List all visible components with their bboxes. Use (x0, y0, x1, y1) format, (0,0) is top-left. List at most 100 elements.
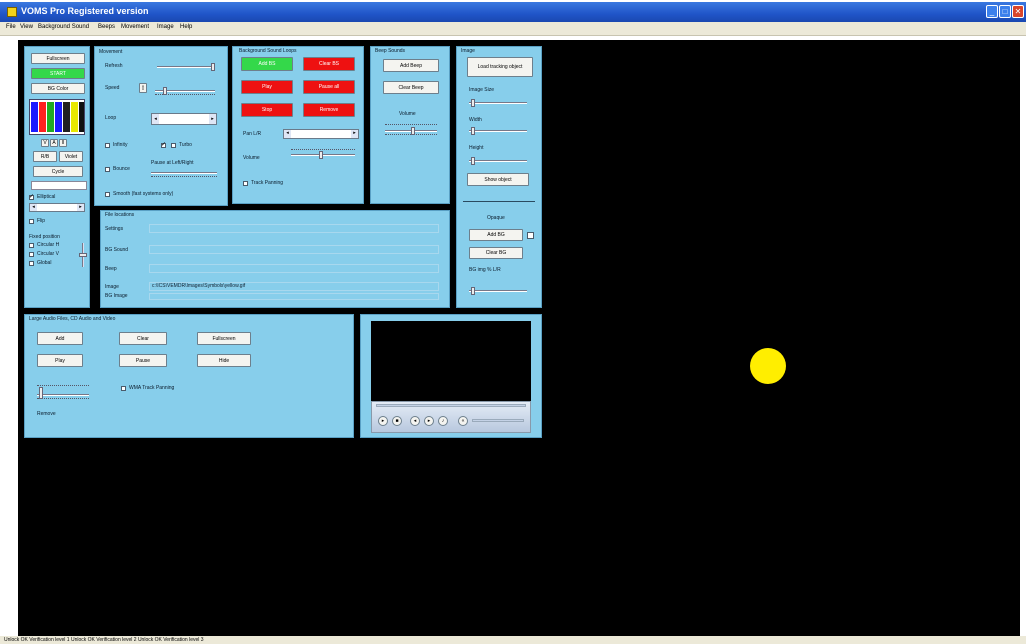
cycle-button[interactable]: Cycle (33, 166, 83, 177)
chevron-right-icon[interactable]: ▸ (209, 114, 216, 124)
clear-bs-button[interactable]: Clear BS (303, 57, 355, 71)
video-display[interactable] (371, 321, 531, 401)
color-swatch-dark[interactable] (79, 102, 84, 132)
global-checkbox[interactable] (29, 261, 34, 266)
remove-bs-button[interactable]: Remove (303, 103, 355, 117)
stop-icon[interactable]: ■ (392, 416, 402, 426)
play-icon[interactable]: ▸ (378, 416, 388, 426)
app-window: VOMS Pro Registered version _ □ ✕ File V… (0, 0, 1026, 644)
turbo-checkbox-2[interactable] (171, 143, 176, 148)
color-swatch-green[interactable] (47, 102, 54, 132)
beep-path-field[interactable] (149, 264, 439, 273)
menu-help[interactable]: Help (180, 24, 192, 30)
violet-button[interactable]: Violet (59, 151, 83, 162)
speed-stepper[interactable]: ▯ (139, 83, 147, 93)
add-media-button[interactable]: Add (37, 332, 83, 345)
menu-background-sound[interactable]: Background Sound (38, 24, 89, 30)
pan-lr-scrollbar[interactable]: ◂ ▸ (283, 129, 359, 139)
clear-media-button[interactable]: Clear (119, 332, 167, 345)
refresh-slider[interactable] (157, 63, 215, 71)
menu-image[interactable]: Image (157, 24, 174, 30)
tracking-object (750, 348, 786, 384)
next-icon[interactable]: ▸ (424, 416, 434, 426)
mute-icon[interactable]: ♪ (438, 416, 448, 426)
play-media-button[interactable]: Play (37, 354, 83, 367)
maximize-button[interactable]: □ (999, 5, 1011, 18)
rb-button[interactable]: R/B (33, 151, 57, 162)
settings-path-field[interactable] (149, 224, 439, 233)
chevron-left-icon[interactable]: ◂ (284, 130, 291, 138)
smooth-checkbox[interactable] (105, 192, 110, 197)
minimize-button[interactable]: _ (986, 5, 998, 18)
image-path-field[interactable]: c:\ICS\VEMDR\Images\Symbols\yellow.gif (149, 282, 439, 291)
add-bs-button[interactable]: Add BS (241, 57, 293, 71)
chevron-left-icon[interactable]: ◂ (152, 114, 159, 124)
a-button[interactable]: A (50, 139, 58, 147)
fullscreen-button[interactable]: Fullscreen (31, 53, 85, 64)
wma-panning-checkbox[interactable] (121, 386, 126, 391)
hide-media-button[interactable]: Hide (197, 354, 251, 367)
seek-bar[interactable] (376, 404, 526, 407)
circular-h-checkbox[interactable] (29, 243, 34, 248)
stop-bs-button[interactable]: Stop (241, 103, 293, 117)
color-palette[interactable] (29, 99, 85, 135)
pause-media-button[interactable]: Pause (119, 354, 167, 367)
bg-image-path-field[interactable] (149, 293, 439, 300)
bg-sound-path-field[interactable] (149, 245, 439, 254)
color-swatch-blue-2[interactable] (55, 102, 62, 132)
width-slider[interactable] (469, 127, 527, 135)
ii-button[interactable]: II (59, 139, 67, 147)
color-swatch-red[interactable] (39, 102, 46, 132)
menu-beeps[interactable]: Beeps (98, 24, 115, 30)
play-bs-button[interactable]: Play (241, 80, 293, 94)
menu-movement[interactable]: Movement (121, 24, 149, 30)
bounce-checkbox[interactable] (105, 167, 110, 172)
bg-volume-slider[interactable] (291, 149, 355, 159)
opaque-checkbox[interactable] (527, 232, 534, 239)
add-bg-button[interactable]: Add BG (469, 229, 523, 241)
chevron-left-icon[interactable]: ◂ (30, 204, 37, 211)
pause-all-button[interactable]: Pause all (303, 80, 355, 94)
large-audio-header: Large Audio Files, CD Audio and Video (29, 316, 116, 322)
bg-img-lr-slider[interactable] (469, 287, 527, 295)
show-object-button[interactable]: Show object (467, 173, 529, 186)
menu-view[interactable]: View (20, 24, 33, 30)
rewind-icon[interactable]: « (458, 416, 468, 426)
load-tracking-object-button[interactable]: Load tracking object (467, 57, 533, 77)
flip-checkbox[interactable] (29, 219, 34, 224)
pause-lr-slider[interactable] (151, 169, 217, 177)
clear-beep-button[interactable]: Clear Beep (383, 81, 439, 94)
image-size-slider[interactable] (469, 99, 527, 107)
height-slider[interactable] (469, 157, 527, 165)
chevron-right-icon[interactable]: ▸ (77, 204, 84, 211)
media-fullscreen-button[interactable]: Fullscreen (197, 332, 251, 345)
bounce-label: Bounce (113, 166, 130, 172)
add-beep-button[interactable]: Add Beep (383, 59, 439, 72)
cycle-input[interactable] (31, 181, 87, 190)
circular-v-checkbox[interactable] (29, 252, 34, 257)
loop-combo[interactable]: ◂ ▸ (151, 113, 217, 125)
bg-color-button[interactable]: BG Color (31, 83, 85, 94)
color-swatch-blue[interactable] (31, 102, 38, 132)
track-panning-checkbox[interactable] (243, 181, 248, 186)
elliptical-checkbox[interactable] (29, 193, 34, 200)
speed-slider[interactable] (155, 87, 215, 95)
title-bar[interactable]: VOMS Pro Registered version _ □ ✕ (0, 2, 1026, 22)
player-volume-bar[interactable] (472, 419, 524, 422)
fixed-position-slider[interactable] (79, 243, 87, 267)
chevron-right-icon[interactable]: ▸ (351, 130, 358, 138)
v-button[interactable]: V (41, 139, 49, 147)
color-swatch-black[interactable] (63, 102, 70, 132)
beep-volume-slider[interactable] (385, 124, 437, 135)
menu-file[interactable]: File (6, 24, 16, 30)
turbo-checkbox-1[interactable] (161, 141, 166, 148)
previous-icon[interactable]: ◂ (410, 416, 420, 426)
close-button[interactable]: ✕ (1012, 5, 1024, 18)
infinity-checkbox[interactable] (105, 143, 110, 148)
elliptical-combo[interactable]: ◂ ▸ (29, 203, 85, 212)
media-volume-slider[interactable] (37, 385, 89, 399)
start-button[interactable]: START (31, 68, 85, 79)
color-swatch-yellow[interactable] (71, 102, 78, 132)
beep-path-label: Beep (105, 266, 117, 272)
clear-bg-button[interactable]: Clear BG (469, 247, 523, 259)
